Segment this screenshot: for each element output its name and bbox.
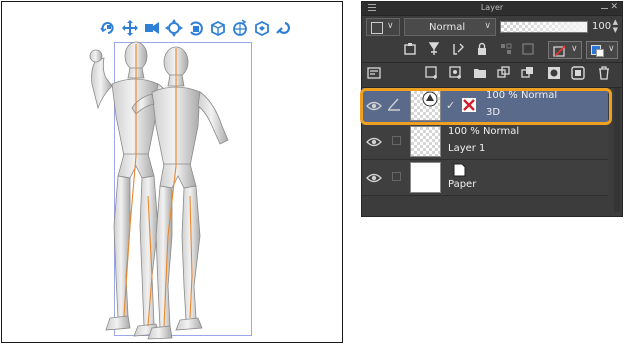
create-mask-icon[interactable] — [546, 65, 562, 81]
delete-layer-icon[interactable] — [596, 65, 612, 81]
new-folder-icon[interactable] — [472, 65, 488, 81]
drawing-canvas[interactable] — [1, 1, 343, 343]
mask-mode-dropdown[interactable]: ∨ — [548, 41, 582, 59]
layer-list-scrollbar[interactable] — [614, 88, 620, 212]
chevron-down-icon: ∨ — [387, 21, 394, 31]
selected-layer-highlight — [360, 88, 612, 125]
layer-property-icon[interactable] — [366, 65, 382, 81]
color-expression-dropdown[interactable]: ∨ — [586, 41, 618, 59]
minimize-icon[interactable] — [601, 8, 608, 9]
panel-title: Layer — [480, 3, 504, 12]
combine-lower-layer-icon[interactable] — [520, 65, 536, 81]
layer-thumbnail — [410, 126, 441, 157]
layer-thumbnail — [410, 162, 441, 193]
layer-color-icon — [371, 22, 383, 34]
reference-layer-icon[interactable] — [402, 41, 418, 57]
layer-name: Paper — [448, 179, 477, 190]
eye-icon[interactable] — [366, 170, 382, 184]
clip-layer-icon[interactable] — [520, 41, 536, 57]
close-icon[interactable]: ✕ — [610, 2, 618, 12]
layer-checkbox[interactable] — [392, 172, 401, 181]
transfer-lower-layer-icon[interactable] — [496, 65, 512, 81]
draft-layer-icon[interactable] — [426, 41, 442, 57]
snap-icon[interactable] — [274, 17, 294, 39]
apply-mask-icon[interactable] — [570, 65, 586, 81]
paper-icon — [453, 163, 466, 177]
chevron-down-icon: ∨ — [571, 44, 578, 54]
layer-row-paper[interactable]: Paper — [362, 160, 608, 196]
chevron-down-icon: ∨ — [484, 21, 491, 31]
opacity-spinner-icon[interactable]: ▲ ▼ — [613, 18, 618, 34]
new-vector-layer-icon[interactable] — [448, 65, 464, 81]
chevron-down-icon: ∨ — [608, 44, 615, 54]
layer-opacity-mode: 100 % Normal — [448, 126, 520, 137]
blending-mode-value: Normal — [429, 22, 466, 33]
layer-row-layer1[interactable]: 100 % Normal Layer 1 — [362, 124, 608, 160]
layer-checkbox[interactable] — [392, 136, 401, 145]
lock-layer-icon[interactable] — [474, 41, 490, 57]
opacity-value[interactable]: 100 — [592, 21, 611, 32]
opacity-slider-fill — [501, 22, 587, 32]
eye-icon[interactable] — [366, 134, 382, 148]
ruler-layer-icon[interactable] — [450, 41, 466, 57]
layer-color-dropdown[interactable]: ∨ — [366, 18, 400, 36]
blending-mode-select[interactable]: Normal ∨ — [404, 18, 496, 36]
panel-titlebar: Layer ✕ — [362, 2, 622, 16]
new-raster-layer-icon[interactable] — [424, 65, 440, 81]
opacity-slider[interactable] — [500, 21, 588, 33]
lock-transparent-icon[interactable] — [498, 41, 514, 57]
3d-figure-models[interactable] — [72, 36, 272, 341]
layer-name: Layer 1 — [448, 143, 486, 154]
